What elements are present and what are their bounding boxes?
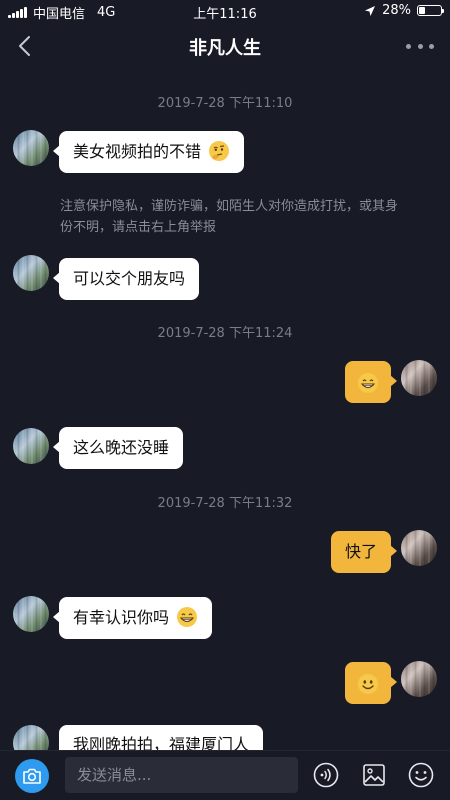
more-button[interactable] [406,34,434,58]
message-bubble-incoming[interactable]: 美女视频拍的不错 [52,131,245,173]
message-bubble-outgoing[interactable] [345,361,397,403]
battery-percent: 28% [382,3,411,18]
battery-fill [419,7,425,14]
avatar-self[interactable] [401,661,437,697]
avatar-contact[interactable] [13,130,49,166]
more-dot [429,43,434,49]
more-dot [417,43,423,49]
location-icon [365,5,376,16]
message-text: 可以交个朋友吗 [73,269,186,288]
emoji-button[interactable] [407,761,435,789]
message-text: 美女视频拍的不错 [73,142,202,161]
avatar-contact[interactable] [13,596,49,632]
nav-bar: 非凡人生 [0,22,450,70]
avatar-self[interactable] [401,360,437,396]
camera-icon [23,768,41,784]
message-text: 快了 [344,542,377,561]
grin-emoji-icon [358,372,378,393]
status-right: 28% [364,3,444,18]
voice-icon [313,762,339,788]
avatar-contact[interactable] [13,725,49,750]
more-dot [406,43,411,49]
emoji-icon [408,762,434,788]
chat-list[interactable]: 2019-7-28 下午11:10 美女视频拍的不错 注意保护隐私，谨防诈骗，如… [0,70,450,750]
timestamp: 2019-7-28 下午11:32 [157,496,293,511]
message-text: 这么晚还没睡 [73,438,170,457]
message-bubble-outgoing[interactable] [345,662,397,704]
camera-button[interactable] [15,759,49,793]
image-button[interactable] [360,761,388,789]
message-bubble-incoming[interactable]: 有幸认识你吗 [52,597,213,639]
timestamp: 2019-7-28 下午11:24 [157,326,293,341]
message-bubble-incoming[interactable]: 可以交个朋友吗 [52,258,200,300]
avatar-contact[interactable] [13,255,49,291]
avatar-contact[interactable] [13,428,49,464]
avatar-self[interactable] [401,530,437,566]
smile-emoji-icon [358,673,378,694]
image-icon [363,764,385,786]
message-bubble-outgoing[interactable]: 快了 [330,531,398,573]
status-bar: 中国电信 4G 上午11:16 28% [0,0,450,22]
timestamp: 2019-7-28 下午11:10 [157,96,293,111]
battery-icon [417,5,444,16]
message-text: 我刚晚拍拍，福建厦门人 [73,735,250,750]
thinking-emoji-icon [209,141,230,161]
message-input[interactable] [65,757,298,793]
safety-notice: 注意保护隐私，谨防诈骗，如陌生人对你造成打扰，或其身份不明，请点击右上角举报 [60,199,399,235]
chat-title: 非凡人生 [189,38,261,59]
message-text: 有幸认识你吗 [73,608,170,627]
message-composer [0,750,450,800]
grin-emoji-icon [177,607,198,627]
voice-button[interactable] [312,761,340,789]
message-bubble-incoming[interactable]: 我刚晚拍拍，福建厦门人 [59,725,264,750]
message-bubble-incoming[interactable]: 这么晚还没睡 [52,427,184,469]
